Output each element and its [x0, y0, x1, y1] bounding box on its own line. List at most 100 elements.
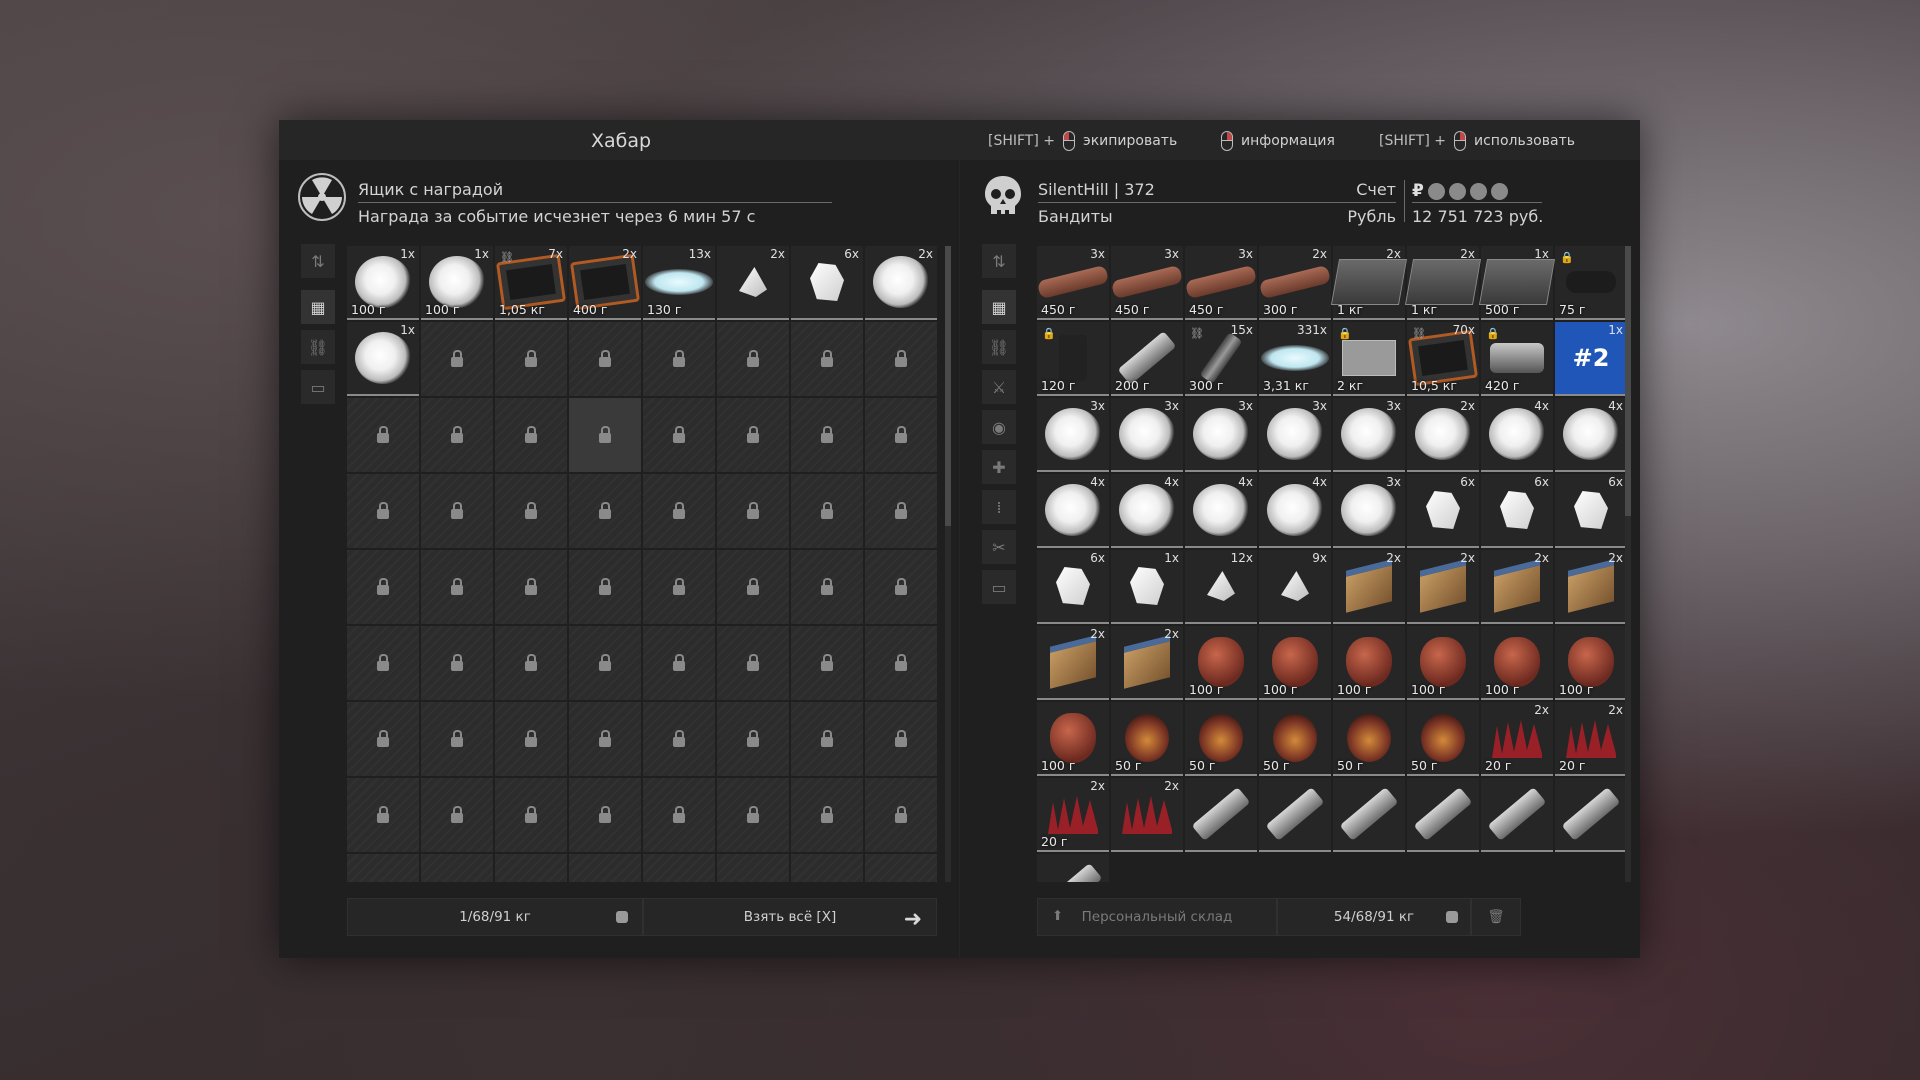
inventory-slot[interactable]: 6x — [1407, 474, 1479, 548]
scroll-thumb[interactable] — [945, 246, 951, 526]
sort-icon[interactable]: ⇅ — [982, 244, 1016, 278]
inventory-slot[interactable]: #2 1x — [1555, 322, 1627, 396]
inventory-slot[interactable]: 1x 100 г — [421, 246, 493, 320]
inventory-slot[interactable]: ⛓ 15x 300 г — [1185, 322, 1257, 396]
inventory-slot[interactable]: 100 г — [1481, 626, 1553, 700]
inventory-slot[interactable]: 2x 20 г — [1555, 702, 1627, 776]
inventory-slot[interactable]: 2x — [1111, 778, 1183, 852]
inventory-slot[interactable]: 6x — [1555, 474, 1627, 548]
personal-storage-button[interactable]: ⬆ Персональный склад — [1037, 898, 1277, 936]
inventory-slot[interactable]: 🔒 75 г — [1555, 246, 1627, 320]
inventory-slot[interactable]: 200 г — [1111, 322, 1183, 396]
inventory-slot[interactable]: 4x — [1037, 474, 1109, 548]
sort-icon[interactable]: ⇅ — [301, 244, 335, 278]
inventory-slot[interactable]: 50 г — [1111, 702, 1183, 776]
inventory-slot[interactable]: 50 г — [1185, 702, 1257, 776]
inventory-slot[interactable]: 2x 400 г — [569, 246, 641, 320]
artifact-icon[interactable]: ◉ — [982, 410, 1016, 444]
inventory-slot[interactable]: 100 г — [1333, 626, 1405, 700]
inventory-slot[interactable]: 3x — [1111, 398, 1183, 472]
inventory-slot[interactable]: 9x — [1259, 550, 1331, 624]
inventory-slot[interactable]: 3x 450 г — [1110, 246, 1184, 320]
inventory-slot[interactable]: 2x 20 г — [1037, 778, 1109, 852]
inventory-slot[interactable]: 2x — [1407, 398, 1479, 472]
inventory-slot[interactable]: 100 г — [1259, 626, 1331, 700]
grid-icon[interactable]: ▦ — [982, 290, 1016, 324]
inventory-slot[interactable] — [1333, 778, 1405, 852]
inventory-slot[interactable]: 100 г — [1037, 702, 1109, 776]
inventory-slot[interactable]: 6x — [791, 246, 863, 320]
ruble-icon[interactable]: ₽ — [1412, 181, 1424, 201]
inventory-slot[interactable]: 2x — [1555, 550, 1627, 624]
inventory-slot[interactable]: 3x — [1185, 398, 1257, 472]
inventory-slot[interactable]: 4x — [1555, 398, 1627, 472]
inventory-slot[interactable] — [1185, 778, 1257, 852]
inventory-slot[interactable]: 1x — [1111, 550, 1183, 624]
inventory-slot[interactable]: 1x — [347, 322, 419, 396]
inventory-slot[interactable]: 50 г — [1259, 702, 1331, 776]
inventory-slot[interactable]: 2x — [1111, 626, 1183, 700]
inventory-slot[interactable] — [1037, 854, 1109, 882]
inventory-slot[interactable] — [1481, 778, 1553, 852]
coin-currency-icon[interactable] — [1490, 182, 1508, 200]
token-currency-icon[interactable] — [1469, 182, 1487, 200]
inventory-slot[interactable]: 4x — [1111, 474, 1183, 548]
inventory-slot[interactable]: 50 г — [1333, 702, 1405, 776]
inventory-slot[interactable]: 1x 100 г — [347, 246, 419, 320]
inventory-slot[interactable]: 2x 300 г — [1258, 246, 1332, 320]
inventory-slot[interactable]: 50 г — [1407, 702, 1479, 776]
link-icon[interactable]: ⛓ — [301, 330, 335, 364]
inventory-slot[interactable]: 2x 20 г — [1481, 702, 1553, 776]
inventory-slot[interactable]: 2x — [717, 246, 789, 320]
inventory-slot[interactable]: 🔒 120 г — [1037, 322, 1109, 396]
inventory-slot[interactable]: 2x — [865, 246, 937, 320]
inventory-slot[interactable] — [1259, 778, 1331, 852]
snowflake-currency-icon[interactable] — [1448, 182, 1466, 200]
link-icon[interactable]: ⛓ — [982, 330, 1016, 364]
inventory-slot[interactable] — [1407, 778, 1479, 852]
inventory-slot[interactable]: ⛓ 7x 1,05 кг — [495, 246, 567, 320]
inventory-slot[interactable]: 100 г — [1407, 626, 1479, 700]
archive-icon[interactable]: ▭ — [982, 570, 1016, 604]
inventory-slot[interactable]: 3x 450 г — [1184, 246, 1258, 320]
inventory-slot[interactable]: 100 г — [1555, 626, 1627, 700]
right-scrollbar[interactable] — [1625, 246, 1631, 882]
inventory-slot[interactable]: 3x — [1037, 398, 1109, 472]
inventory-slot[interactable]: 12x — [1185, 550, 1257, 624]
header-divider — [1412, 202, 1542, 203]
left-scrollbar[interactable] — [945, 246, 951, 882]
grid-icon[interactable]: ▦ — [301, 290, 335, 324]
inventory-slot[interactable]: ⛓ 70x 10,5 кг — [1407, 322, 1479, 396]
trash-button[interactable]: 🗑 — [1471, 898, 1521, 936]
inventory-slot[interactable]: 6x — [1481, 474, 1553, 548]
take-all-button[interactable]: Взять всё [X] ➜ — [643, 898, 937, 936]
inventory-slot[interactable]: 3x — [1333, 398, 1405, 472]
inventory-slot[interactable]: 3x — [1333, 474, 1405, 548]
inventory-slot[interactable]: 🔒 2 кг — [1333, 322, 1405, 396]
inventory-slot[interactable]: 🔒 420 г — [1481, 322, 1553, 396]
inventory-slot[interactable]: 4x — [1185, 474, 1257, 548]
inventory-slot[interactable]: 2x — [1037, 626, 1109, 700]
inventory-slot[interactable]: 4x — [1259, 474, 1331, 548]
gear-currency-icon[interactable] — [1427, 182, 1445, 200]
inventory-slot[interactable]: 100 г — [1185, 626, 1257, 700]
inventory-slot[interactable]: 13x 130 г — [643, 246, 715, 320]
knife-icon[interactable]: ⚔ — [982, 370, 1016, 404]
inventory-slot[interactable] — [1555, 778, 1627, 852]
inventory-slot[interactable]: 3x 450 г — [1037, 246, 1110, 320]
inventory-slot[interactable]: 1x 500 г — [1478, 246, 1556, 320]
inventory-slot[interactable]: 2x 1 кг — [1330, 246, 1408, 320]
tools-icon[interactable]: ✂ — [982, 530, 1016, 564]
ammo-icon[interactable]: ⁞ — [982, 490, 1016, 524]
inventory-slot[interactable]: 3x — [1259, 398, 1331, 472]
archive-icon[interactable]: ▭ — [301, 370, 335, 404]
inventory-slot[interactable]: 331x 3,31 кг — [1259, 322, 1331, 396]
scroll-thumb[interactable] — [1625, 246, 1631, 516]
medkit-icon[interactable]: ✚ — [982, 450, 1016, 484]
inventory-slot[interactable]: 2x — [1481, 550, 1553, 624]
inventory-slot[interactable]: 6x — [1037, 550, 1109, 624]
inventory-slot[interactable]: 2x 1 кг — [1404, 246, 1482, 320]
inventory-slot[interactable]: 2x — [1407, 550, 1479, 624]
inventory-slot[interactable]: 2x — [1333, 550, 1405, 624]
inventory-slot[interactable]: 4x — [1481, 398, 1553, 472]
